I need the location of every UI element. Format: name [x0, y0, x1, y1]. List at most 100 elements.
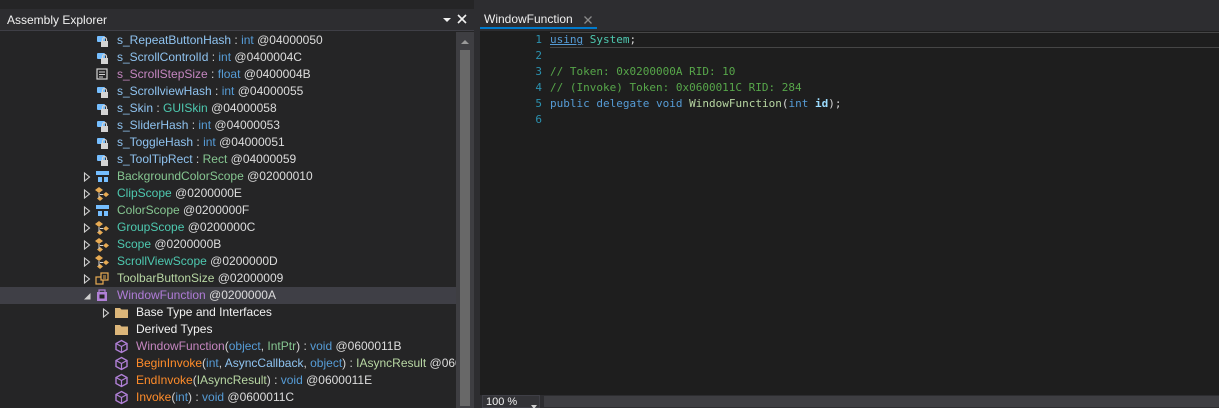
code-editor[interactable]: 1 2 3 4 5 6 using System; // Token: 0x0200000A…: [480, 31, 1219, 395]
tree-row[interactable]: ColorScope @0200000F: [0, 202, 456, 219]
line-number: 1: [535, 33, 542, 46]
code-line[interactable]: public delegate void WindowFunction(int …: [550, 97, 1219, 113]
tree-node-label: s_ToggleHash : int @04000051: [117, 135, 285, 149]
label-segment: int: [218, 50, 232, 64]
tree-row[interactable]: GroupScope @0200000C: [0, 219, 456, 236]
assembly-explorer-panel: Assembly Explorer s_RepeatButtonHash : i…: [0, 0, 474, 408]
tree-row[interactable]: WindowFunction(object, IntPtr) : void @0…: [0, 338, 456, 355]
folder-icon: [114, 322, 129, 337]
delegate-icon: [95, 288, 110, 303]
tree-node-label: s_SliderHash : int @04000053: [117, 118, 280, 132]
label-segment: Rect: [202, 152, 228, 166]
expanded-arrow-icon[interactable]: [82, 290, 92, 300]
panel-menu-dropdown-icon[interactable]: [441, 14, 453, 26]
code-line[interactable]: // (Invoke) Token: 0x0600011C RID: 284: [550, 81, 1219, 97]
label-segment: :: [188, 118, 199, 132]
label-segment: ) :: [188, 390, 203, 404]
code-line[interactable]: // Token: 0x0200000A RID: 10: [550, 65, 1219, 81]
horizontal-scrollbar[interactable]: [544, 396, 1219, 407]
class-icon: [95, 220, 110, 235]
label-segment: object: [228, 339, 261, 353]
label-segment: int: [198, 118, 212, 132]
class-icon: [95, 237, 110, 252]
tree-row[interactable]: WindowFunction @0200000A: [0, 287, 456, 304]
label-segment: @04000050: [253, 33, 323, 47]
close-icon[interactable]: [456, 13, 468, 25]
property-icon: [95, 67, 110, 82]
chevron-down-icon[interactable]: [530, 399, 538, 408]
label-segment: s_ToolTipRect: [117, 152, 193, 166]
line-number: 2: [535, 49, 542, 62]
tab-label: WindowFunction: [484, 12, 573, 26]
tree-row[interactable]: Scope @0200000B: [0, 236, 456, 253]
label-segment: BeginInvoke: [136, 356, 203, 370]
code-line[interactable]: [550, 49, 1219, 65]
label-segment: @0600011C: [224, 390, 295, 404]
tree-row[interactable]: s_ToggleHash : int @04000051: [0, 134, 456, 151]
label-segment: @0600011B: [332, 339, 402, 353]
tree-row[interactable]: s_ScrollStepSize : float @0400004B: [0, 66, 456, 83]
tree-row[interactable]: BeginInvoke(int, AsyncCallback, object) …: [0, 355, 456, 372]
label-segment: s_SliderHash: [117, 118, 189, 132]
tab-close-icon[interactable]: [583, 14, 593, 24]
class-icon: [95, 254, 110, 269]
label-segment: s_ScrollControlId: [117, 50, 209, 64]
label-segment: IAsyncResult: [196, 373, 267, 387]
label-segment: @0400004C: [231, 50, 302, 64]
code-line[interactable]: [550, 113, 1219, 129]
label-segment: ) :: [342, 356, 357, 370]
code-area[interactable]: using System; // Token: 0x0200000A RID: 1…: [550, 31, 1219, 395]
tree-row[interactable]: ToolbarButtonSize @02000009: [0, 270, 456, 287]
label-segment: IntPtr: [267, 339, 297, 353]
private-field-icon: [95, 33, 110, 48]
tab-windowfunction[interactable]: WindowFunction: [480, 9, 597, 29]
label-segment: @0200000B: [151, 237, 222, 251]
expand-arrow-icon[interactable]: [82, 171, 92, 183]
label-segment: @02000010: [243, 169, 313, 183]
tree-row[interactable]: s_ToolTipRect : Rect @04000059: [0, 151, 456, 168]
tree-row[interactable]: s_SliderHash : int @04000053: [0, 117, 456, 134]
method-icon: [114, 390, 129, 405]
label-segment: Invoke: [136, 390, 172, 404]
expand-arrow-icon[interactable]: [82, 256, 92, 268]
label-segment: void: [202, 390, 225, 404]
label-segment: @04000058: [207, 101, 277, 115]
tree-row[interactable]: s_ScrollControlId : int @0400004C: [0, 49, 456, 66]
expand-arrow-icon[interactable]: [101, 307, 111, 319]
tree-row[interactable]: ClipScope @0200000E: [0, 185, 456, 202]
private-field-icon: [95, 50, 110, 65]
zoom-select[interactable]: 100 %: [482, 395, 540, 408]
tree-row[interactable]: EndInvoke(IAsyncResult) : void @0600011E: [0, 372, 456, 389]
tree-node-label: WindowFunction @0200000A: [117, 288, 276, 302]
expand-arrow-icon[interactable]: [82, 273, 92, 285]
code-token: WindowFunction: [689, 97, 782, 110]
label-segment: void: [280, 373, 303, 387]
scrollbar-thumb[interactable]: [460, 50, 470, 406]
tree-row[interactable]: ScrollViewScope @0200000D: [0, 253, 456, 270]
expand-arrow-icon[interactable]: [82, 222, 92, 234]
code-token: // Token: 0x0200000A RID: 10: [550, 65, 736, 78]
tree-row[interactable]: Base Type and Interfaces: [0, 304, 456, 321]
vertical-scrollbar[interactable]: [456, 32, 474, 408]
label-segment: s_ToggleHash: [117, 135, 194, 149]
line-number-gutter: 1 2 3 4 5 6: [480, 31, 550, 395]
code-token: int: [788, 97, 809, 110]
tree-row[interactable]: Derived Types: [0, 321, 456, 338]
tree-row[interactable]: Invoke(int) : void @0600011C: [0, 389, 456, 406]
tree-row[interactable]: s_RepeatButtonHash : int @04000050: [0, 32, 456, 49]
label-segment: int: [221, 84, 235, 98]
zoom-level: 100 %: [486, 396, 518, 408]
tree-row[interactable]: s_Skin : GUISkin @04000058: [0, 100, 456, 117]
label-segment: int: [175, 390, 189, 404]
tree-row[interactable]: s_ScrollviewHash : int @04000055: [0, 83, 456, 100]
tree-node-label: Derived Types: [136, 322, 212, 336]
code-line[interactable]: using System;: [550, 32, 1219, 48]
expand-arrow-icon[interactable]: [82, 239, 92, 251]
struct-icon: [95, 169, 110, 184]
label-segment: Derived Types: [136, 322, 213, 336]
scroll-up-icon[interactable]: [460, 35, 470, 49]
expand-arrow-icon[interactable]: [82, 188, 92, 200]
expand-arrow-icon[interactable]: [82, 205, 92, 217]
tree-row[interactable]: BackgroundColorScope @02000010: [0, 168, 456, 185]
